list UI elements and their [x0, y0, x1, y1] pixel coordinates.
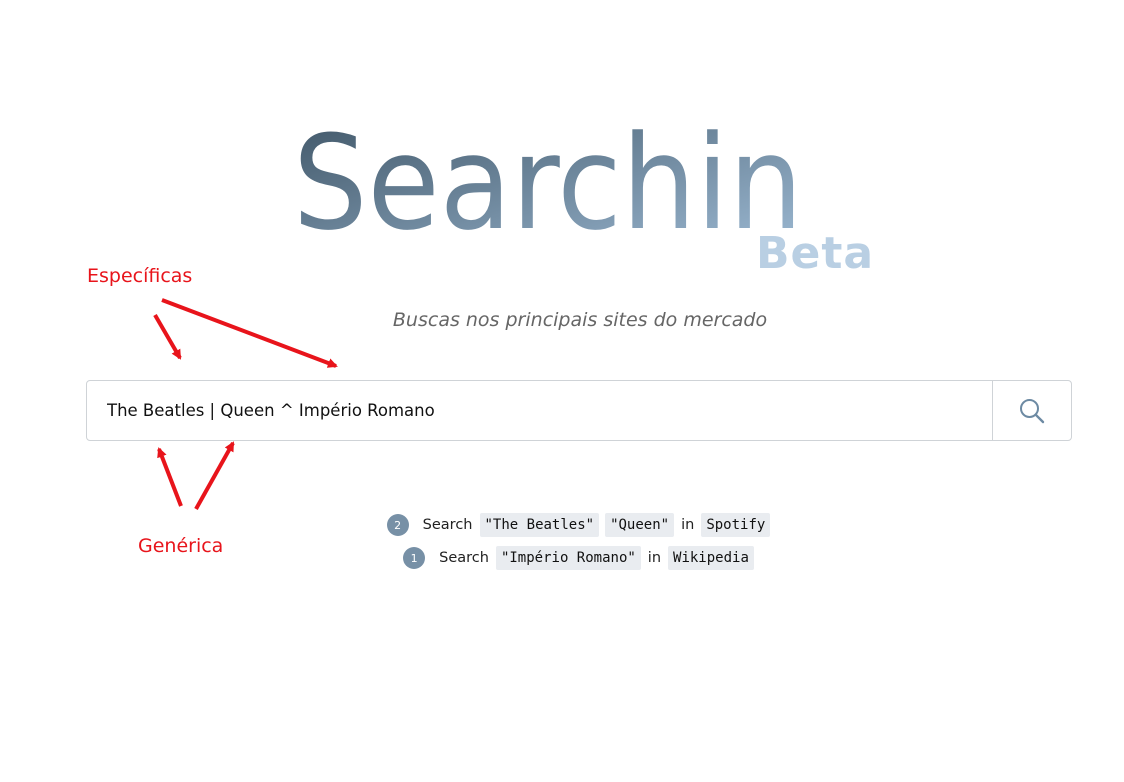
arrow-specific-2 [161, 298, 338, 368]
arrow-specific-1 [153, 313, 182, 360]
annotation-arrows [153, 298, 338, 510]
searchin-page: Searchin Beta Buscas nos principais site… [0, 0, 1124, 782]
arrow-generic-2 [194, 441, 235, 510]
arrow-generic-1 [157, 447, 183, 507]
